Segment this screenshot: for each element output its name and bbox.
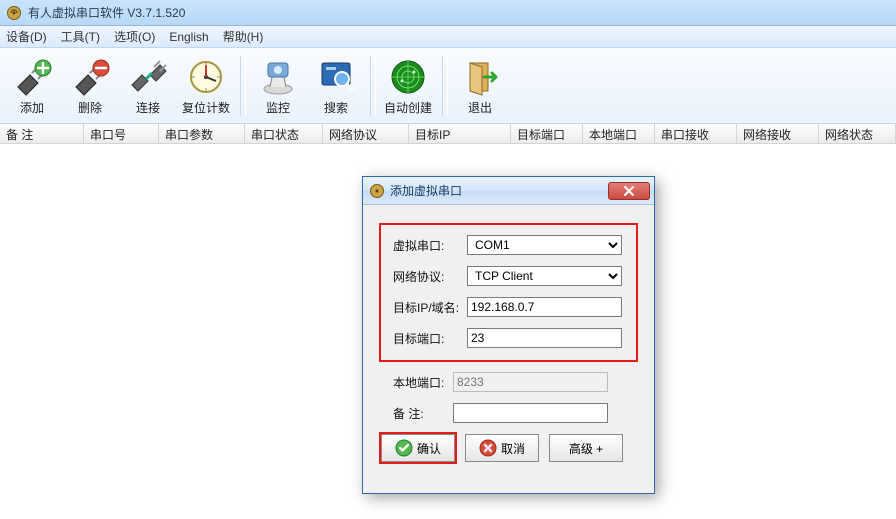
row-proto: 网络协议: TCP Client bbox=[393, 266, 624, 286]
auto-create-button[interactable]: 自动创建 bbox=[380, 52, 436, 120]
app-icon bbox=[6, 5, 22, 21]
exit-button-label: 退出 bbox=[468, 99, 492, 116]
add-plug-icon bbox=[12, 57, 52, 97]
exit-icon bbox=[460, 57, 500, 97]
toolbar: 添加 删除 连接 复位计数 监控 搜索 自动创建 bbox=[0, 48, 896, 124]
dialog-body: 虚拟串口: COM1 网络协议: TCP Client 目标IP/域名: 目标端… bbox=[363, 205, 654, 474]
monitor-button-label: 监控 bbox=[266, 99, 290, 116]
reset-count-button-label: 复位计数 bbox=[182, 99, 230, 116]
dialog-titlebar[interactable]: 添加虚拟串口 bbox=[363, 177, 654, 205]
input-local-port bbox=[453, 372, 608, 392]
row-local-port: 本地端口: bbox=[379, 372, 638, 392]
col-com-no[interactable]: 串口号 bbox=[84, 124, 159, 143]
menu-device[interactable]: 设备(D) bbox=[6, 28, 47, 45]
search-icon bbox=[316, 57, 356, 97]
ok-check-icon bbox=[395, 439, 413, 457]
input-remark[interactable] bbox=[453, 403, 608, 423]
col-remark[interactable]: 备 注 bbox=[0, 124, 84, 143]
row-vcom: 虚拟串口: COM1 bbox=[393, 235, 624, 255]
input-port[interactable] bbox=[467, 328, 622, 348]
reset-count-icon bbox=[186, 57, 226, 97]
label-proto: 网络协议: bbox=[393, 268, 467, 285]
cancel-button-label: 取消 bbox=[501, 440, 525, 457]
list-header: 备 注 串口号 串口参数 串口状态 网络协议 目标IP 目标端口 本地端口 串口… bbox=[0, 124, 896, 144]
dialog-title: 添加虚拟串口 bbox=[390, 182, 608, 199]
add-button-label: 添加 bbox=[20, 99, 44, 116]
toolbar-separator-2 bbox=[370, 56, 376, 116]
input-ip[interactable] bbox=[467, 297, 622, 317]
col-com-params[interactable]: 串口参数 bbox=[159, 124, 245, 143]
col-target-ip[interactable]: 目标IP bbox=[409, 124, 511, 143]
col-com-state[interactable]: 串口状态 bbox=[245, 124, 323, 143]
add-button[interactable]: 添加 bbox=[4, 52, 60, 120]
row-port: 目标端口: bbox=[393, 328, 624, 348]
menu-bar: 设备(D) 工具(T) 选项(O) English 帮助(H) bbox=[0, 26, 896, 48]
col-net-state[interactable]: 网络状态 bbox=[819, 124, 896, 143]
row-remark: 备 注: bbox=[379, 403, 638, 423]
row-ip: 目标IP/域名: bbox=[393, 297, 624, 317]
label-remark: 备 注: bbox=[379, 405, 453, 422]
advanced-button-label: 高级 + bbox=[569, 440, 603, 457]
add-vcom-dialog: 添加虚拟串口 虚拟串口: COM1 网络协议: TCP Client 目标IP/… bbox=[362, 176, 655, 494]
dialog-close-button[interactable] bbox=[608, 182, 650, 200]
delete-plug-icon bbox=[70, 57, 110, 97]
dialog-icon bbox=[369, 183, 385, 199]
close-icon bbox=[623, 186, 635, 196]
auto-create-icon bbox=[388, 57, 428, 97]
toolbar-separator-3 bbox=[442, 56, 448, 116]
delete-button-label: 删除 bbox=[78, 99, 102, 116]
cancel-x-icon bbox=[479, 439, 497, 457]
window-titlebar: 有人虚拟串口软件 V3.7.1.520 bbox=[0, 0, 896, 26]
select-vcom[interactable]: COM1 bbox=[467, 235, 622, 255]
col-com-recv[interactable]: 串口接收 bbox=[655, 124, 737, 143]
ok-button[interactable]: 确认 bbox=[381, 434, 455, 462]
label-local-port: 本地端口: bbox=[379, 374, 453, 391]
window-title: 有人虚拟串口软件 V3.7.1.520 bbox=[28, 4, 185, 21]
menu-english[interactable]: English bbox=[169, 30, 208, 44]
connect-button-label: 连接 bbox=[136, 99, 160, 116]
monitor-icon bbox=[258, 57, 298, 97]
menu-help[interactable]: 帮助(H) bbox=[223, 28, 264, 45]
search-button-label: 搜索 bbox=[324, 99, 348, 116]
reset-count-button[interactable]: 复位计数 bbox=[178, 52, 234, 120]
advanced-button[interactable]: 高级 + bbox=[549, 434, 623, 462]
dialog-button-row: 确认 取消 高级 + bbox=[379, 434, 638, 462]
connect-icon bbox=[128, 57, 168, 97]
connect-button[interactable]: 连接 bbox=[120, 52, 176, 120]
col-net-proto[interactable]: 网络协议 bbox=[323, 124, 409, 143]
delete-button[interactable]: 删除 bbox=[62, 52, 118, 120]
search-button[interactable]: 搜索 bbox=[308, 52, 364, 120]
cancel-button[interactable]: 取消 bbox=[465, 434, 539, 462]
monitor-button[interactable]: 监控 bbox=[250, 52, 306, 120]
toolbar-separator-1 bbox=[240, 56, 246, 116]
col-local-port[interactable]: 本地端口 bbox=[583, 124, 655, 143]
exit-button[interactable]: 退出 bbox=[452, 52, 508, 120]
col-net-recv[interactable]: 网络接收 bbox=[737, 124, 819, 143]
label-vcom: 虚拟串口: bbox=[393, 237, 467, 254]
menu-options[interactable]: 选项(O) bbox=[114, 28, 155, 45]
label-ip: 目标IP/域名: bbox=[393, 299, 467, 316]
col-target-port[interactable]: 目标端口 bbox=[511, 124, 583, 143]
highlighted-form-group: 虚拟串口: COM1 网络协议: TCP Client 目标IP/域名: 目标端… bbox=[379, 223, 638, 362]
menu-tools[interactable]: 工具(T) bbox=[61, 28, 100, 45]
ok-button-label: 确认 bbox=[417, 440, 441, 457]
label-port: 目标端口: bbox=[393, 330, 467, 347]
auto-create-button-label: 自动创建 bbox=[384, 99, 432, 116]
select-proto[interactable]: TCP Client bbox=[467, 266, 622, 286]
